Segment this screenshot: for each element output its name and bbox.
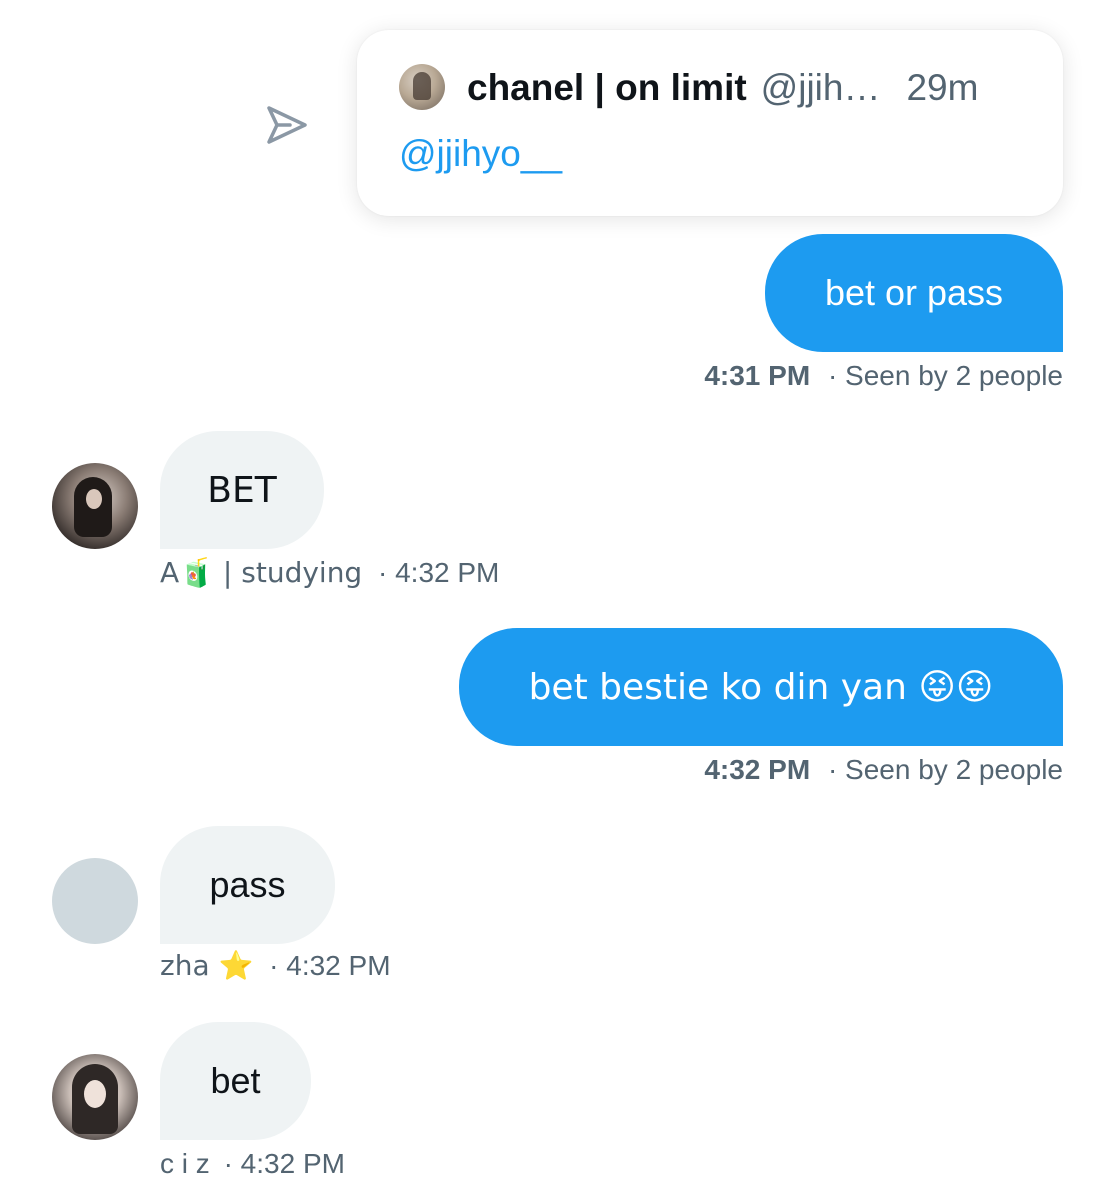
message-text: bet	[210, 1060, 261, 1101]
message-bubble-incoming[interactable]: bet	[160, 1022, 311, 1140]
message-meta: c i z · 4:32 PM	[160, 1146, 345, 1182]
seen-status: · Seen by 2 people	[827, 754, 1063, 785]
tweet-author-handle: @jjih…	[760, 67, 881, 108]
send-icon[interactable]	[262, 100, 312, 150]
message-bubble-outgoing[interactable]: bet or pass	[765, 234, 1063, 352]
message-bubble-outgoing[interactable]: bet bestie ko din yan 😝😝	[459, 628, 1063, 746]
message-text: bet or pass	[824, 272, 1004, 313]
message-time: · 4:32 PM	[378, 557, 500, 588]
message-text: pass	[209, 864, 286, 905]
message-meta: zha ⭐ · 4:32 PM	[160, 948, 391, 984]
message-bubble-incoming[interactable]: pass	[160, 826, 335, 944]
message-text: bet bestie ko din yan 😝😝	[528, 666, 994, 708]
shared-tweet-card[interactable]: chanel | on limit @jjih… 29m @jjihyo__	[357, 30, 1063, 216]
message-meta: 4:32 PM · Seen by 2 people	[704, 752, 1063, 788]
message-time: · 4:32 PM	[269, 950, 391, 981]
sender-name[interactable]: A🧃 | studying	[160, 556, 362, 589]
message-bubble-incoming[interactable]: BET	[160, 431, 324, 549]
tweet-header: chanel | on limit @jjih… 29m	[467, 64, 1027, 112]
avatar[interactable]	[52, 463, 138, 549]
sender-name[interactable]: c i z	[160, 1148, 210, 1179]
message-time: 4:31 PM	[704, 360, 811, 391]
tweet-author-name[interactable]: chanel | on limit	[467, 64, 747, 112]
tweet-text-mention[interactable]: @jjihyo__	[399, 130, 562, 178]
message-time: 4:32 PM	[704, 754, 811, 785]
message-meta: A🧃 | studying · 4:32 PM	[160, 555, 499, 591]
sender-name[interactable]: zha ⭐	[160, 949, 253, 982]
message-meta: 4:31 PM · Seen by 2 people	[704, 358, 1063, 394]
seen-status: · Seen by 2 people	[827, 360, 1063, 391]
message-text: BET	[207, 469, 277, 511]
tweet-author-avatar[interactable]	[399, 64, 445, 110]
avatar[interactable]	[52, 1054, 138, 1140]
avatar[interactable]	[52, 858, 138, 944]
tweet-time: 29m	[906, 67, 979, 108]
message-time: · 4:32 PM	[223, 1148, 345, 1179]
